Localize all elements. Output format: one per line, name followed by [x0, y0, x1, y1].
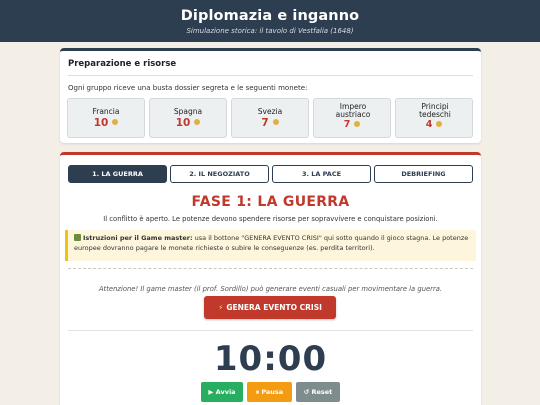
resources-intro: Ogni gruppo riceve una busta dossier seg…	[68, 84, 308, 92]
game-master-icon	[74, 233, 81, 241]
game-card: 1. LA GUERRA 2. IL NEGOZIATO 3. LA PACE …	[60, 152, 481, 405]
phase-title: FASE 1: LA GUERRA	[191, 194, 350, 210]
coin-list: Francia 10 Spagna 10 Svezia 7 Impero aus…	[67, 98, 475, 138]
coin-value: 7	[314, 119, 390, 130]
reset-button[interactable]: ↺ Reset	[296, 382, 340, 402]
coin-box-principi-tedeschi: Principi tedeschi 4	[395, 98, 473, 138]
phase-description: Il conflitto è aperto. Le potenze devono…	[103, 215, 438, 223]
coin-value: 4	[396, 119, 472, 130]
tab-debriefing[interactable]: DEBRIEFING	[374, 165, 473, 183]
countdown-timer: 10:00	[213, 339, 328, 379]
resources-card: Preparazione e risorse Ogni gruppo ricev…	[60, 48, 481, 143]
coin-box-impero-austriaco: Impero austriaco 7	[313, 98, 391, 138]
coin-group-name: Impero austriaco	[335, 102, 371, 119]
coin-group-name: Spagna	[173, 107, 203, 116]
coin-icon	[272, 119, 279, 125]
lightning-icon: ⚡	[218, 303, 224, 312]
dashed-divider	[68, 268, 473, 269]
coin-group-name: Svezia	[257, 107, 283, 116]
coin-icon	[112, 119, 119, 125]
pause-button[interactable]: ⏸ Pausa	[247, 382, 292, 402]
coin-box-francia: Francia 10	[67, 98, 145, 138]
phase-tabs: 1. LA GUERRA 2. IL NEGOZIATO 3. LA PACE …	[68, 165, 473, 183]
tab-la-guerra[interactable]: 1. LA GUERRA	[68, 165, 167, 183]
coin-box-svezia: Svezia 7	[231, 98, 309, 138]
app-header: Diplomazia e inganno Simulazione storica…	[0, 0, 540, 42]
game-master-label: Istruzioni per il Game master:	[83, 234, 193, 242]
coin-box-spagna: Spagna 10	[149, 98, 227, 138]
coin-value: 10	[150, 117, 226, 129]
tab-il-negoziato[interactable]: 2. IL NEGOZIATO	[170, 165, 269, 183]
app-subtitle: Simulazione storica: il tavolo di Vestfa…	[186, 27, 354, 35]
coin-icon	[354, 120, 361, 127]
divider	[68, 330, 473, 331]
coin-value: 10	[68, 117, 144, 129]
coin-value: 7	[232, 117, 308, 129]
generate-crisis-button[interactable]: ⚡ GENERA EVENTO CRISI	[204, 296, 336, 319]
divider	[68, 75, 473, 76]
start-button[interactable]: ▶ Avvia	[201, 382, 243, 402]
coin-group-name: Francia	[92, 107, 120, 116]
generate-crisis-label: GENERA EVENTO CRISI	[226, 303, 322, 312]
crisis-warning: Attenzione! Il game master (il prof. Sor…	[98, 285, 443, 293]
coin-icon	[194, 119, 201, 125]
coin-group-name: Principi tedeschi	[419, 102, 451, 119]
resources-title: Preparazione e risorse	[68, 59, 177, 69]
app-title: Diplomazia e inganno	[180, 8, 360, 24]
tab-la-pace[interactable]: 3. LA PACE	[272, 165, 371, 183]
game-master-instructions: Istruzioni per il Game master: usa il bo…	[65, 230, 476, 261]
coin-icon	[436, 120, 443, 127]
